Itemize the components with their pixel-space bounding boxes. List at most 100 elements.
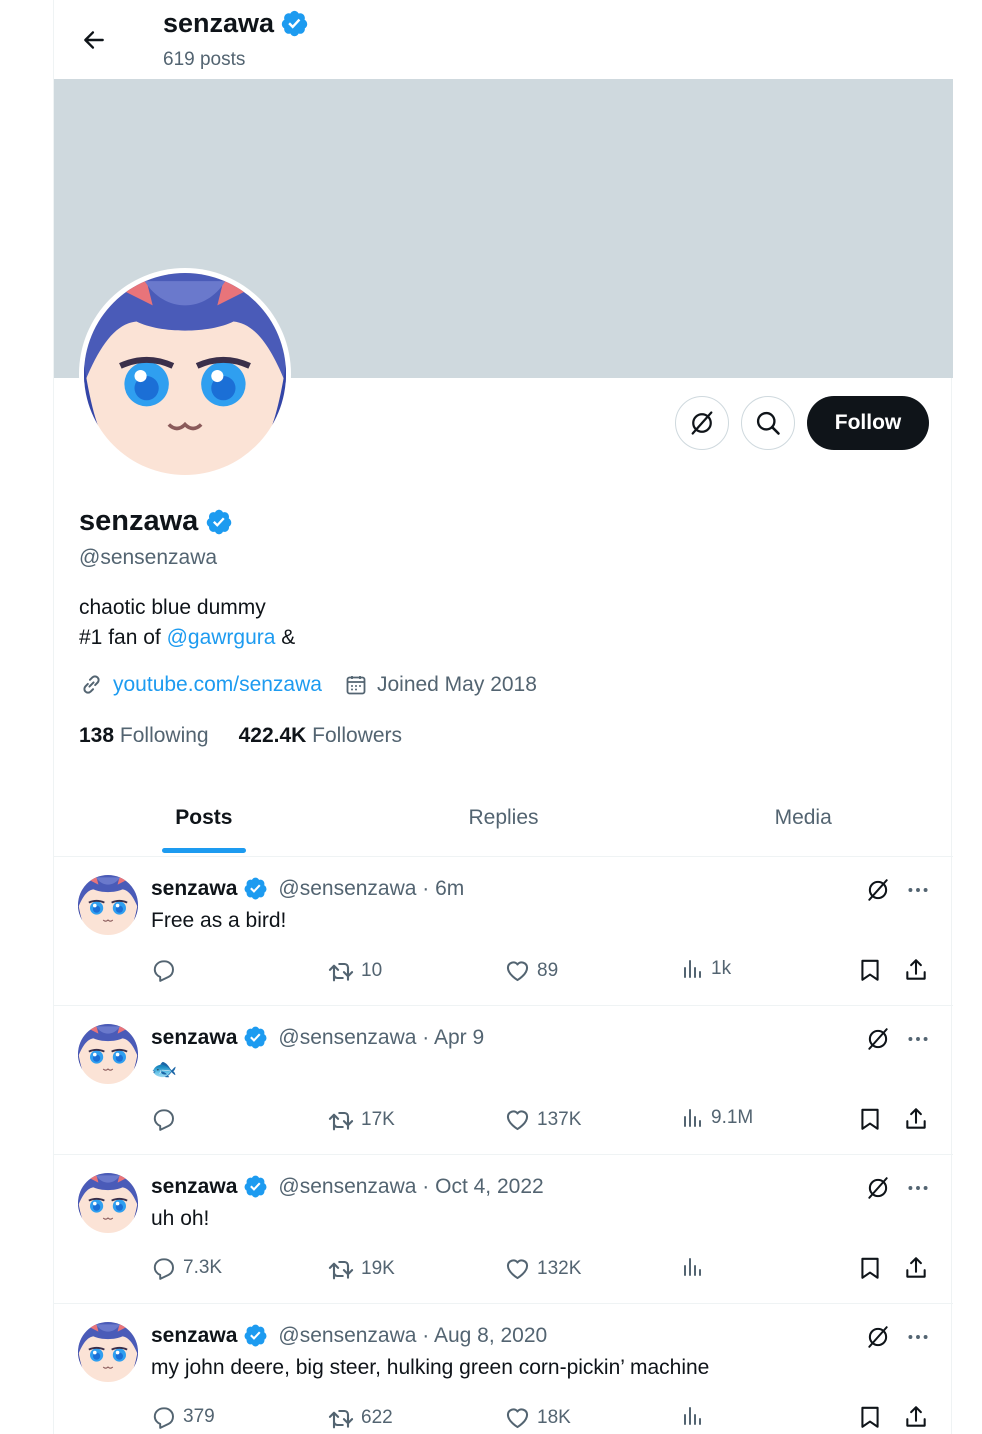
more-button[interactable] — [905, 1324, 931, 1350]
reply-button[interactable] — [151, 1106, 183, 1132]
more-icon — [905, 1026, 931, 1052]
website-item: youtube.com/senzawa — [79, 672, 322, 697]
grok-icon — [865, 1026, 891, 1052]
repost-count: 10 — [361, 960, 383, 981]
repost-count: 17K — [361, 1109, 395, 1130]
post-header: senzawa @sensenzawa · Apr 9 — [151, 1025, 484, 1050]
like-button[interactable]: 18K — [504, 1404, 571, 1431]
grok-button[interactable] — [865, 877, 891, 903]
more-button[interactable] — [905, 1175, 931, 1201]
like-button[interactable]: 132K — [504, 1255, 581, 1282]
following-label: Following — [119, 724, 209, 747]
reply-button[interactable]: 7.3K — [151, 1255, 222, 1281]
post-author-name[interactable]: senzawa — [151, 877, 237, 901]
following-count: 138 — [79, 724, 115, 747]
share-button[interactable] — [903, 957, 929, 983]
share-icon — [903, 1106, 929, 1132]
verified-badge-icon — [243, 1174, 268, 1199]
reply-button[interactable]: 379 — [151, 1404, 215, 1430]
like-button[interactable]: 89 — [504, 957, 558, 984]
bio-suffix: & — [275, 626, 296, 649]
post-author-name[interactable]: senzawa — [151, 1026, 237, 1050]
follow-stats: 138 Following 422.4K Followers — [79, 724, 402, 748]
post-avatar[interactable] — [78, 875, 138, 935]
share-icon — [903, 1404, 929, 1430]
repost-button[interactable]: 17K — [327, 1106, 395, 1134]
search-button[interactable] — [741, 396, 795, 450]
repost-icon — [327, 1404, 355, 1432]
repost-button[interactable]: 622 — [327, 1404, 393, 1432]
profile-name: senzawa — [79, 505, 199, 537]
view-count: 1k — [711, 958, 732, 979]
views-icon — [681, 1255, 705, 1279]
grok-icon — [865, 1324, 891, 1350]
post-1[interactable]: senzawa @sensenzawa · 6m Free as a bird!… — [54, 857, 953, 1006]
post-4[interactable]: senzawa @sensenzawa · Aug 8, 2020 my joh… — [54, 1304, 953, 1434]
views-button[interactable]: 1k — [681, 957, 731, 981]
bookmark-button[interactable] — [857, 1106, 883, 1132]
reply-count: 7.3K — [183, 1257, 223, 1278]
views-button[interactable]: 9.1M — [681, 1106, 753, 1130]
views-button[interactable] — [681, 1255, 711, 1279]
grok-button[interactable] — [675, 396, 729, 450]
post-text: Free as a bird! — [151, 909, 287, 932]
post-author-name[interactable]: senzawa — [151, 1175, 237, 1199]
like-icon — [504, 957, 531, 984]
share-button[interactable] — [903, 1404, 929, 1430]
bookmark-icon — [857, 1255, 883, 1281]
post-text: my john deere, big steer, hulking green … — [151, 1356, 710, 1379]
follow-button[interactable]: Follow — [807, 396, 929, 450]
post-2[interactable]: senzawa @sensenzawa · Apr 9 🐟 17K 137K 9… — [54, 1006, 953, 1155]
bookmark-button[interactable] — [857, 1404, 883, 1430]
back-button[interactable] — [74, 20, 114, 60]
top-bar: senzawa 619 posts — [54, 0, 953, 79]
post-handle-time: @sensenzawa · Apr 9 — [278, 1025, 485, 1049]
back-arrow-icon — [84, 31, 104, 49]
followers-stat[interactable]: 422.4K Followers — [239, 724, 402, 748]
repost-icon — [327, 957, 355, 985]
more-icon — [905, 1324, 931, 1350]
tab-posts[interactable]: Posts — [54, 779, 354, 856]
more-icon — [905, 877, 931, 903]
post-avatar[interactable] — [78, 1173, 138, 1233]
bio-mention-link[interactable]: @gawrgura — [167, 626, 276, 649]
reply-button[interactable] — [151, 957, 183, 983]
repost-button[interactable]: 19K — [327, 1255, 395, 1283]
like-count: 89 — [537, 959, 559, 981]
post-avatar[interactable] — [78, 1024, 138, 1084]
like-count: 18K — [537, 1406, 571, 1428]
profile-bio: chaotic blue dummy #1 fan of @gawrgura & — [79, 593, 295, 653]
following-stat[interactable]: 138 Following — [79, 724, 209, 748]
profile-handle: @sensenzawa — [79, 546, 218, 569]
like-button[interactable]: 137K — [504, 1106, 581, 1133]
grok-button[interactable] — [865, 1026, 891, 1052]
profile-avatar[interactable] — [79, 268, 291, 480]
post-text: 🐟 — [151, 1058, 178, 1081]
share-button[interactable] — [903, 1255, 929, 1281]
post-avatar[interactable] — [78, 1322, 138, 1382]
bookmark-button[interactable] — [857, 1255, 883, 1281]
grok-button[interactable] — [865, 1175, 891, 1201]
verified-badge-icon — [280, 9, 309, 38]
tab-replies[interactable]: Replies — [354, 779, 654, 856]
grok-icon — [865, 1175, 891, 1201]
grok-button[interactable] — [865, 1324, 891, 1350]
post-top-actions — [865, 877, 931, 903]
post-author-name[interactable]: senzawa — [151, 1324, 237, 1348]
repost-icon — [327, 1106, 355, 1134]
more-button[interactable] — [905, 877, 931, 903]
bookmark-icon — [857, 957, 883, 983]
post-3[interactable]: senzawa @sensenzawa · Oct 4, 2022 uh oh!… — [54, 1155, 953, 1304]
views-icon — [681, 1106, 705, 1130]
share-icon — [903, 957, 929, 983]
bookmark-button[interactable] — [857, 957, 883, 983]
views-button[interactable] — [681, 1404, 711, 1428]
share-button[interactable] — [903, 1106, 929, 1132]
reply-icon — [151, 1255, 177, 1281]
post-top-actions — [865, 1324, 931, 1350]
more-button[interactable] — [905, 1026, 931, 1052]
header-name: senzawa — [163, 8, 275, 38]
website-link[interactable]: youtube.com/senzawa — [113, 673, 322, 697]
repost-button[interactable]: 10 — [327, 957, 382, 985]
tab-media[interactable]: Media — [653, 779, 953, 856]
